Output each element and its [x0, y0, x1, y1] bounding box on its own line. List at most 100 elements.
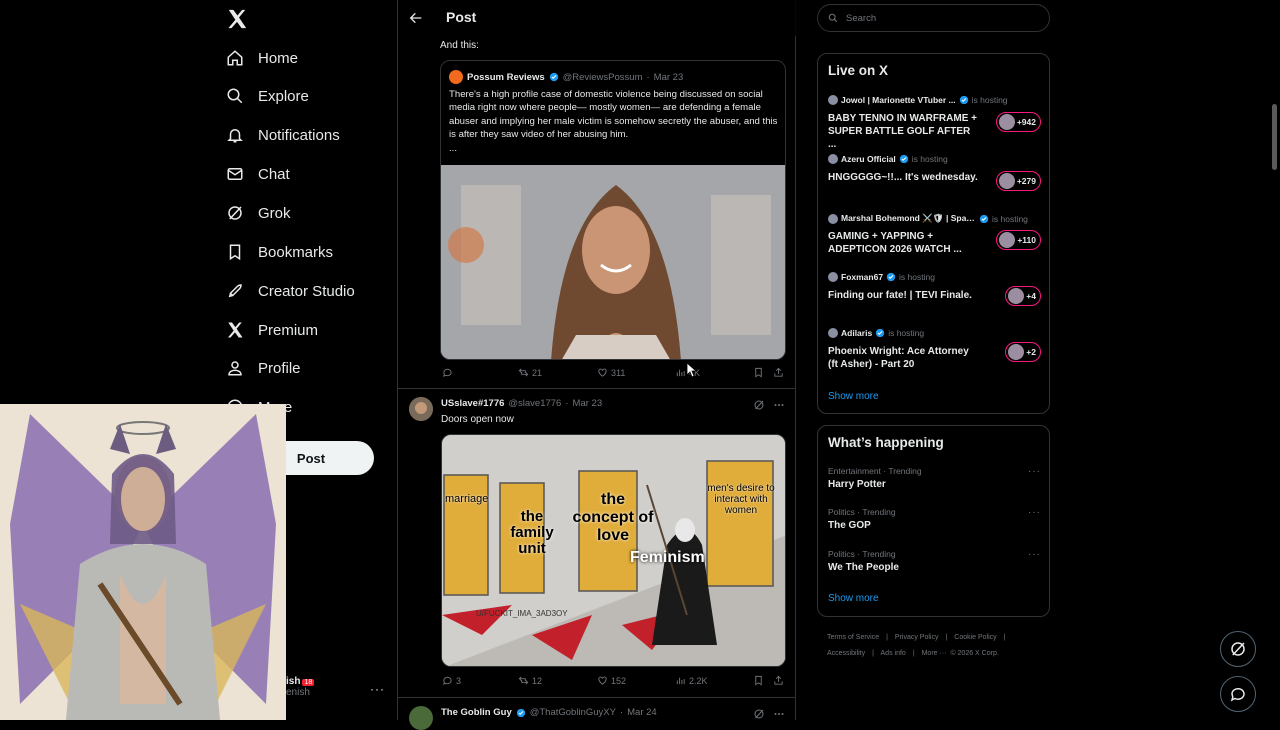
grok-float-button[interactable]	[1220, 631, 1256, 667]
footer-link-ads-info[interactable]: Ads info	[881, 650, 906, 657]
meme-watermark: U/FUCKIT_IMA_3AD3OY	[476, 609, 568, 618]
scrollbar-thumb[interactable]	[1272, 104, 1277, 170]
post-actions: 3 12 152 2.2K	[440, 675, 790, 689]
listener-avatar	[999, 232, 1016, 248]
avatar[interactable]	[449, 70, 463, 84]
post-header-icons	[753, 399, 785, 411]
bookmark-button[interactable]	[753, 367, 764, 378]
grok-icon	[1229, 640, 1247, 658]
like-button[interactable]: 311	[597, 367, 625, 378]
trend-item[interactable]: Politics · Trending We The People ···	[828, 549, 1041, 573]
nav-premium[interactable]: Premium	[226, 315, 318, 345]
repost-button[interactable]: 12	[518, 675, 542, 686]
meme-label: marriage	[445, 493, 489, 505]
footer-link-privacy[interactable]: Privacy Policy	[895, 634, 939, 641]
panel-title: Live on X	[828, 63, 889, 78]
trend-item[interactable]: Entertainment · Trending Harry Potter ··…	[828, 466, 1041, 490]
live-item[interactable]: Adilaris is hosting Phoenix Wright: Ace A…	[828, 328, 1041, 370]
page-title: Post	[446, 9, 477, 25]
trend-context: Politics · Trending	[828, 507, 896, 517]
page-scrollbar[interactable]	[1268, 0, 1280, 720]
nav-profile[interactable]: Profile	[226, 353, 301, 383]
listener-avatar	[1008, 288, 1025, 304]
post-header: The Goblin Guy @ThatGoblinGuyXY · Mar 24	[441, 707, 657, 718]
grok-icon[interactable]	[753, 708, 765, 720]
home-icon	[226, 49, 244, 67]
account-more-icon[interactable]: ···	[370, 682, 385, 696]
author-handle[interactable]: @ThatGoblinGuyXY	[530, 707, 616, 718]
repost-count: 21	[532, 367, 543, 378]
author-handle[interactable]: @slave1776	[508, 398, 561, 409]
post-date[interactable]: Mar 23	[654, 72, 684, 83]
bookmark-icon	[226, 243, 244, 261]
account-switcher[interactable]: ish 18 enish	[286, 676, 315, 698]
avatar[interactable]	[409, 397, 433, 421]
post-text: Doors open now	[441, 414, 514, 425]
listener-pill: +110	[996, 230, 1041, 250]
post-date[interactable]: Mar 23	[573, 398, 603, 409]
mail-icon	[226, 165, 244, 183]
nav-chat[interactable]: Chat	[226, 159, 290, 189]
share-button[interactable]	[773, 367, 784, 378]
nav-explore[interactable]: Explore	[226, 81, 309, 111]
views-button[interactable]: 2.2K	[675, 675, 708, 686]
live-item[interactable]: Azeru Official is hosting HNGGGGG~!!... I…	[828, 154, 1041, 191]
more-options-icon[interactable]: ···	[1028, 507, 1041, 518]
reply-button[interactable]	[442, 367, 456, 378]
nav-notifications[interactable]: Notifications	[226, 120, 340, 150]
nav-home[interactable]: Home	[226, 43, 298, 73]
x-logo-icon[interactable]	[226, 8, 248, 30]
live-title: BABY TENNO IN WARFRAME + SUPER BATTLE GO…	[828, 113, 977, 150]
grok-icon[interactable]	[753, 399, 765, 411]
live-title: HNGGGGG~!!... It's wednesday.	[828, 172, 978, 183]
more-options-icon[interactable]: ···	[1028, 549, 1041, 560]
show-more-link[interactable]: Show more	[828, 593, 879, 604]
copyright: © 2026 X Corp.	[950, 650, 999, 657]
author-name[interactable]: Possum Reviews	[467, 72, 545, 83]
quoted-post-image[interactable]	[441, 165, 785, 359]
verified-badge-icon	[516, 708, 526, 718]
quoted-post[interactable]: Possum Reviews @ReviewsPossum · Mar 23 T…	[440, 60, 786, 360]
live-item[interactable]: Marshal Bohemond ⚔️🛡 | Spac... is hosting…	[828, 213, 1041, 255]
quoted-post-text: There's a high profile case of domestic …	[449, 88, 779, 155]
live-item[interactable]: Jowol | Marionette VTuber ... is hosting …	[828, 95, 1041, 150]
reply-button[interactable]: 3	[442, 675, 461, 686]
search-box[interactable]	[817, 4, 1050, 32]
author-handle[interactable]: @ReviewsPossum	[563, 72, 643, 83]
back-arrow-icon[interactable]	[408, 10, 424, 26]
like-button[interactable]: 152	[597, 675, 626, 686]
more-options-icon[interactable]: ···	[1028, 466, 1041, 477]
nav-creator-studio[interactable]: Creator Studio	[226, 276, 355, 306]
author-name[interactable]: The Goblin Guy	[441, 707, 512, 718]
meme-image[interactable]: marriage the family unit the concept of …	[441, 434, 786, 667]
nav-label-bookmarks: Bookmarks	[258, 243, 334, 261]
nav-label-creator-studio: Creator Studio	[258, 282, 355, 300]
host-avatar	[828, 272, 838, 282]
share-button[interactable]	[773, 675, 784, 686]
listener-count: +2	[1026, 347, 1036, 357]
more-options-icon[interactable]	[773, 399, 785, 411]
footer-link-cookies[interactable]: Cookie Policy	[954, 634, 996, 641]
nav-bookmarks[interactable]: Bookmarks	[226, 237, 333, 267]
host-name: Foxman67	[841, 272, 884, 282]
chat-bubble-icon	[1229, 685, 1247, 703]
nav-grok[interactable]: Grok	[226, 198, 291, 228]
bookmark-button[interactable]	[753, 675, 764, 686]
show-more-link[interactable]: Show more	[828, 391, 879, 402]
footer-link-accessibility[interactable]: Accessibility	[827, 650, 865, 657]
footer-link-more[interactable]: More ···	[922, 650, 947, 657]
live-title: GAMING + YAPPING + ADEPTICON 2026 WATCH …	[828, 231, 962, 255]
search-input[interactable]	[844, 11, 1034, 25]
host-status: is hosting	[899, 272, 935, 282]
more-options-icon[interactable]	[773, 708, 785, 720]
live-item[interactable]: Foxman67 is hosting Finding our fate! | T…	[828, 272, 1041, 306]
author-name[interactable]: USslave#1776	[441, 398, 504, 409]
avatar[interactable]	[409, 706, 433, 730]
trend-item[interactable]: Politics · Trending The GOP ···	[828, 507, 1041, 531]
footer-link-terms[interactable]: Terms of Service	[827, 634, 879, 641]
chat-float-button[interactable]	[1220, 676, 1256, 712]
listener-pill: +279	[995, 171, 1041, 191]
post-date[interactable]: Mar 24	[627, 707, 657, 718]
host-status: is hosting	[992, 213, 1028, 224]
repost-button[interactable]: 21	[518, 367, 542, 378]
